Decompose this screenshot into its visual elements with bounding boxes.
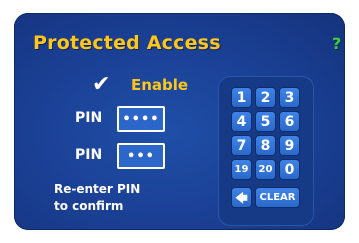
- enable-checkbox[interactable]: ✔: [92, 74, 110, 96]
- protected-access-panel: Protected Access ? ✔ Enable PIN •••• PIN…: [14, 13, 345, 230]
- pin-label: PIN: [75, 110, 103, 126]
- key-19[interactable]: 19: [231, 159, 252, 180]
- hint-line-2: to confirm: [54, 199, 124, 213]
- page-title: Protected Access: [33, 32, 221, 54]
- key-7[interactable]: 7: [231, 135, 252, 156]
- enable-label[interactable]: Enable: [131, 76, 188, 94]
- numeric-keypad: 1 2 3 4 5 6 7 8 9 19 20 0 🡄 CLEAR: [218, 76, 314, 226]
- pin-confirm-label: PIN: [75, 147, 103, 163]
- key-0[interactable]: 0: [279, 159, 300, 180]
- key-20[interactable]: 20: [255, 159, 276, 180]
- key-2[interactable]: 2: [255, 87, 276, 108]
- clear-button[interactable]: CLEAR: [255, 187, 300, 208]
- key-4[interactable]: 4: [231, 111, 252, 132]
- pin-input[interactable]: ••••: [117, 106, 165, 132]
- pin-confirm-input[interactable]: •••: [117, 143, 165, 169]
- backspace-button[interactable]: 🡄: [231, 187, 252, 208]
- key-6[interactable]: 6: [279, 111, 300, 132]
- reenter-hint: Re-enter PIN to confirm: [54, 181, 140, 215]
- key-8[interactable]: 8: [255, 135, 276, 156]
- help-button[interactable]: ?: [332, 34, 341, 53]
- key-9[interactable]: 9: [279, 135, 300, 156]
- key-3[interactable]: 3: [279, 87, 300, 108]
- key-5[interactable]: 5: [255, 111, 276, 132]
- left-arrow-icon: 🡄: [235, 190, 248, 205]
- key-1[interactable]: 1: [231, 87, 252, 108]
- hint-line-1: Re-enter PIN: [54, 182, 141, 196]
